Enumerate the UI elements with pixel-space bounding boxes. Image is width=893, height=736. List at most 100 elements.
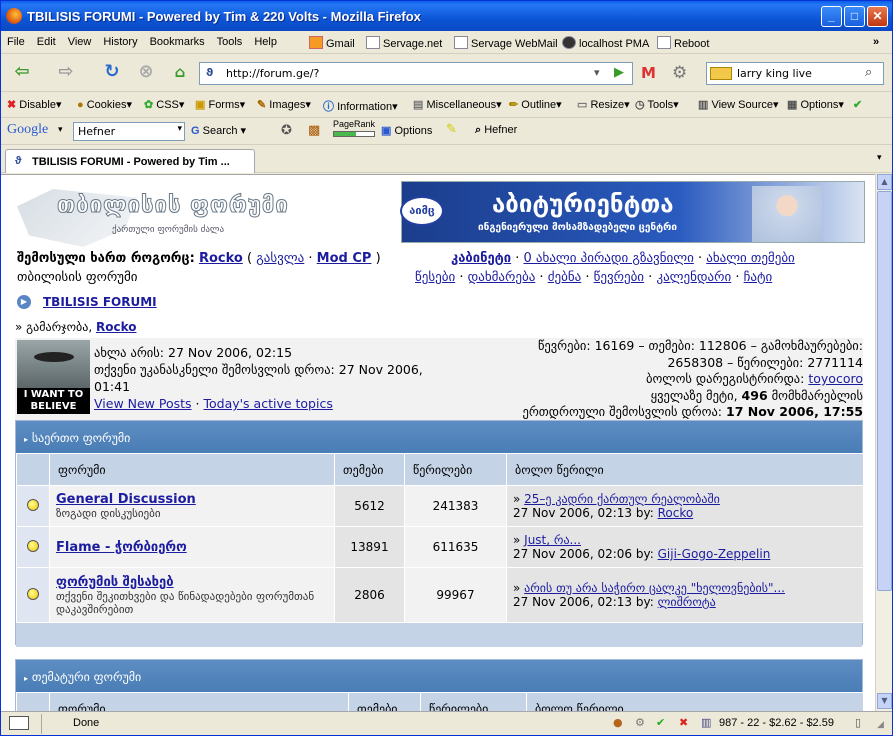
col-header-topics: თემები bbox=[348, 692, 421, 711]
stock-ticker[interactable]: 987 - 22 - $2.62 - $2.59 bbox=[719, 717, 834, 729]
menu-view[interactable]: View bbox=[62, 31, 98, 48]
go-button-icon[interactable]: ▶ bbox=[614, 65, 624, 80]
clock-icon: ◷ bbox=[635, 99, 645, 111]
bookmarks-overflow-chevron[interactable]: » bbox=[873, 31, 879, 54]
binoculars-icon[interactable]: ✪ bbox=[281, 123, 292, 138]
reload-button[interactable]: ↻ bbox=[99, 60, 125, 86]
cabinet-link[interactable]: კაბინეტი bbox=[451, 251, 511, 266]
bookmark-label: Servage.net bbox=[383, 38, 443, 50]
error-status-icon[interactable]: ✖ bbox=[679, 716, 688, 729]
menu-tools[interactable]: Tools bbox=[211, 31, 249, 48]
url-bar[interactable]: ϑ http://forum.ge/? ▾ ▶ bbox=[199, 62, 633, 85]
url-dropdown-icon[interactable]: ▾ bbox=[594, 66, 600, 79]
last-post-link[interactable]: 25–ე კადრი ქართულ რეალობაში bbox=[524, 492, 720, 506]
close-button[interactable]: ✕ bbox=[867, 6, 888, 27]
wd-view-source[interactable]: ▥ View Source▾ bbox=[698, 98, 779, 111]
google-search-button[interactable]: G Search ▾ bbox=[191, 124, 246, 137]
modcp-link[interactable]: Mod CP bbox=[317, 251, 372, 266]
back-button[interactable]: ⇦ bbox=[9, 60, 35, 86]
forward-button[interactable]: ⇨ bbox=[53, 60, 79, 86]
forum-logo[interactable]: თბილისის ფორუმი ქართული ფორუმის ძალა bbox=[17, 183, 288, 249]
search-input[interactable]: larry king live ⌕ bbox=[706, 62, 884, 85]
menu-edit[interactable]: Edit bbox=[31, 31, 62, 48]
tab-list-icon[interactable]: ▾ bbox=[877, 153, 882, 163]
google-logo[interactable]: Google bbox=[7, 122, 48, 138]
gmail-icon[interactable]: M bbox=[641, 64, 656, 82]
popup-blocker-icon[interactable]: ▩ bbox=[308, 123, 320, 138]
forum-link[interactable]: Flame - ჭორბიერო bbox=[56, 540, 328, 555]
breadcrumb[interactable]: TBILISIS FORUMI bbox=[43, 295, 157, 309]
bookmark-servage-webmail[interactable]: Servage WebMail bbox=[454, 31, 558, 54]
cookie-status-icon[interactable]: ● bbox=[613, 716, 623, 729]
private-messages-link[interactable]: 0 ახალი პირადი გზავნილი bbox=[524, 251, 694, 266]
chat-link[interactable]: ჩატი bbox=[744, 270, 773, 285]
menu-bookmarks[interactable]: Bookmarks bbox=[144, 31, 211, 48]
new-topics-link[interactable]: ახალი თემები bbox=[706, 251, 795, 266]
search-link[interactable]: ძებნა bbox=[548, 270, 582, 285]
tab-active[interactable]: ϑ TBILISIS FORUMI - Powered by Tim ... bbox=[5, 149, 255, 173]
wd-css[interactable]: ✿ CSS▾ bbox=[144, 98, 184, 111]
highlighter-icon[interactable]: ✎ bbox=[446, 122, 457, 137]
site-name-link[interactable]: თბილისის ფორუმი bbox=[17, 270, 138, 285]
calendar-link[interactable]: კალენდარი bbox=[656, 270, 731, 285]
resize-grip-icon[interactable]: ◢ bbox=[877, 720, 884, 730]
menu-help[interactable]: Help bbox=[248, 31, 283, 48]
last-post-link[interactable]: არის თუ არა საჭირო ცალკე "ხელოვნების"... bbox=[524, 581, 785, 595]
table-row: ფორუმის შესახებ თქვენი შეკითხვები და წინა… bbox=[16, 567, 864, 623]
menu-history[interactable]: History bbox=[97, 31, 143, 48]
wd-options[interactable]: ▦ Options▾ bbox=[787, 98, 844, 111]
search-magnifier-icon[interactable]: ⌕ bbox=[865, 65, 872, 80]
wd-label: Images▾ bbox=[269, 99, 311, 111]
valid-check-icon[interactable]: ✔ bbox=[853, 98, 862, 111]
scroll-down-icon[interactable]: ▼ bbox=[877, 693, 892, 709]
bookmark-localhost-pma[interactable]: localhost PMA bbox=[562, 31, 649, 54]
wd-cookies[interactable]: ● Cookies▾ bbox=[77, 98, 132, 111]
members-link[interactable]: წევრები bbox=[594, 270, 644, 285]
imdb-engine-icon[interactable] bbox=[710, 67, 732, 80]
wd-information[interactable]: ⓘ Information▾ bbox=[323, 98, 398, 114]
wd-miscellaneous[interactable]: ▤ Miscellaneous▾ bbox=[413, 98, 502, 111]
bookmark-reboot[interactable]: Reboot bbox=[657, 31, 709, 54]
wd-forms[interactable]: ▣ Forms▾ bbox=[195, 98, 245, 111]
help-link[interactable]: დახმარება bbox=[468, 270, 536, 285]
valid-status-icon[interactable]: ✔ bbox=[656, 716, 665, 729]
logout-link[interactable]: გასვლა bbox=[256, 251, 304, 266]
view-new-posts-link[interactable]: View New Posts bbox=[94, 396, 192, 411]
rules-link[interactable]: წესები bbox=[415, 270, 455, 285]
forum-link[interactable]: ფორუმის შესახებ bbox=[56, 575, 328, 590]
wd-disable[interactable]: ✖ Disable▾ bbox=[7, 98, 62, 111]
wd-resize[interactable]: ▭ Resize▾ bbox=[577, 98, 630, 111]
scroll-up-icon[interactable]: ▲ bbox=[877, 174, 892, 190]
advertisement-banner[interactable]: აიმც აბიტურიენტთა ინგენიერული მოსამზადებ… bbox=[400, 181, 865, 243]
home-button[interactable]: ⌂ bbox=[167, 60, 193, 86]
wd-outline[interactable]: ✏ Outline▾ bbox=[509, 98, 562, 111]
google-menu-chevron-icon[interactable]: ▾ bbox=[58, 125, 63, 135]
forum-link[interactable]: General Discussion bbox=[56, 492, 328, 507]
gear-status-icon[interactable]: ⚙ bbox=[635, 716, 645, 729]
newest-member-link[interactable]: toyocoro bbox=[808, 371, 863, 386]
google-dropdown-icon[interactable]: ▾ bbox=[177, 124, 182, 134]
gear-icon[interactable]: ⚙ bbox=[672, 63, 687, 83]
last-post-link[interactable]: Just, რა... bbox=[524, 533, 581, 547]
category-header[interactable]: ▸ საერთო ფორუმი bbox=[16, 421, 862, 453]
bookmark-servage[interactable]: Servage.net bbox=[366, 31, 442, 54]
stop-button[interactable]: ⊗ bbox=[133, 60, 159, 86]
last-post-user-link[interactable]: Rocko bbox=[658, 506, 694, 520]
wd-tools[interactable]: ◷ Tools▾ bbox=[635, 98, 679, 111]
vertical-scrollbar[interactable]: ▲ ▼ bbox=[875, 174, 892, 711]
maximize-button[interactable]: □ bbox=[844, 6, 865, 27]
bookmark-gmail[interactable]: Gmail bbox=[309, 31, 355, 54]
todays-topics-link[interactable]: Today's active topics bbox=[203, 396, 332, 411]
menu-file[interactable]: File bbox=[1, 31, 31, 48]
google-options-button[interactable]: ▣ Options bbox=[381, 124, 432, 137]
wd-images[interactable]: ✎ Images▾ bbox=[257, 98, 311, 111]
google-search-input[interactable]: Hefner ▾ bbox=[73, 122, 185, 141]
minimize-button[interactable]: _ bbox=[821, 6, 842, 27]
login-user-link[interactable]: Rocko bbox=[199, 251, 243, 266]
last-post-user-link[interactable]: ლიშროტა bbox=[658, 595, 716, 609]
last-post-user-link[interactable]: Giji-Gogo-Zeppelin bbox=[658, 547, 771, 561]
category-header[interactable]: ▸ თემატური ფორუმი bbox=[16, 660, 862, 692]
google-term-button[interactable]: ⌕ Hefner bbox=[475, 124, 517, 137]
scroll-thumb[interactable] bbox=[877, 191, 892, 591]
greeting-user-link[interactable]: Rocko bbox=[96, 320, 137, 334]
